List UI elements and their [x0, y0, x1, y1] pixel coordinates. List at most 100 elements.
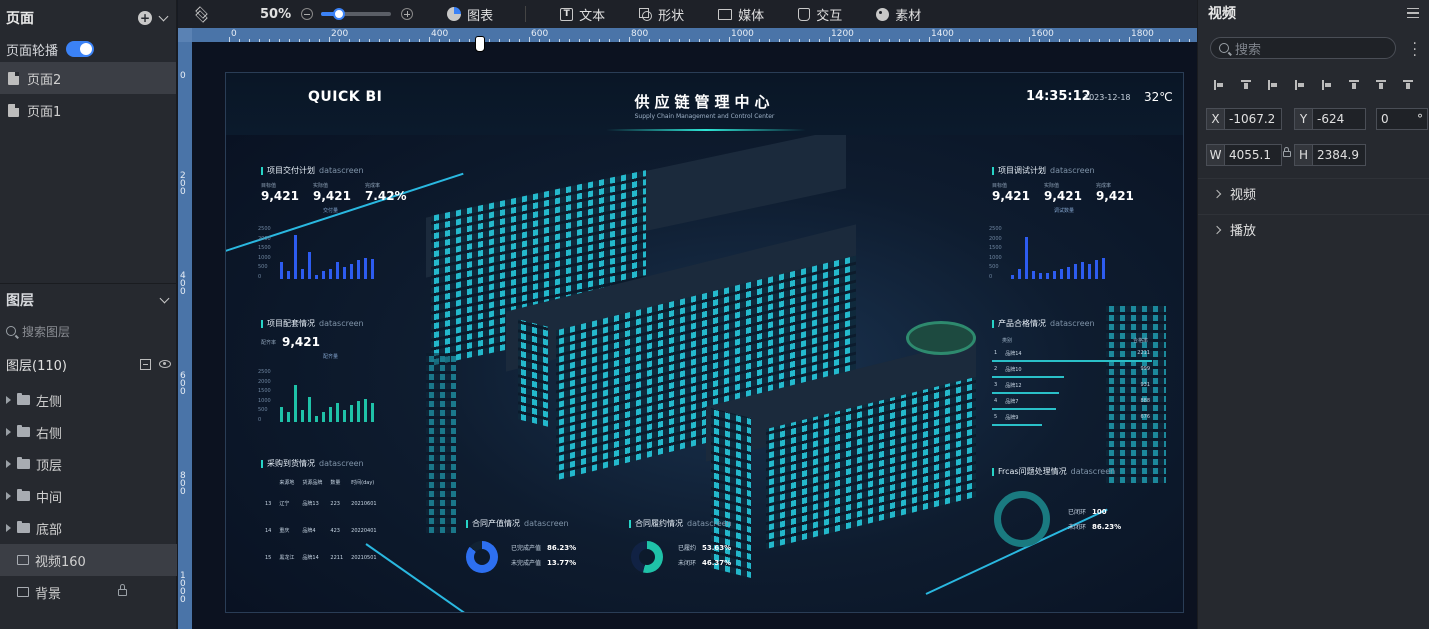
legend-value: 46.37% — [702, 558, 732, 567]
folder-icon — [17, 457, 30, 469]
layer-item[interactable]: 背景 — [0, 576, 177, 608]
carousel-toggle[interactable] — [66, 41, 95, 57]
toolbar-material[interactable]: 素材 — [876, 5, 921, 24]
w-value[interactable]: 4055.1 — [1225, 148, 1271, 162]
contract-perf-title-text: 合同履约情况 — [635, 519, 683, 528]
toolbar-text-label: 文本 — [579, 8, 606, 24]
more-options-icon[interactable]: · · · — [1413, 37, 1417, 63]
scene-helipad — [906, 321, 976, 355]
section-playback[interactable]: 播放 — [1198, 214, 1429, 244]
expand-arrow-icon[interactable] — [6, 396, 11, 404]
menu-icon[interactable] — [1407, 8, 1419, 18]
ruler-label: 400 — [180, 271, 186, 297]
right-panel: 视频 搜索 · · · X -1067.2 Y -624 0 ° W 4055.1 H 238… — [1197, 0, 1429, 629]
contract-value-legend: 已完成产值 86.23% 未完成产值 13.77% — [511, 543, 576, 568]
layers-icon[interactable] — [194, 7, 208, 21]
expand-arrow-icon[interactable] — [6, 428, 11, 436]
layer-item[interactable]: 左侧 — [0, 384, 177, 416]
align-middle-icon[interactable] — [1376, 80, 1386, 90]
layer-item[interactable]: 右侧 — [0, 416, 177, 448]
page-item[interactable]: 页面2 — [0, 62, 176, 94]
page-item[interactable]: 页面1 — [0, 94, 176, 126]
toolbar-chart[interactable]: 图表 — [447, 5, 493, 24]
layer-count-label: 图层(110) — [6, 358, 67, 374]
kpi-value: 9,421 — [312, 189, 351, 203]
lock-icon[interactable] — [118, 583, 127, 596]
layer-label: 背景 — [35, 586, 62, 602]
h-value[interactable]: 2384.9 — [1313, 148, 1359, 162]
layer-search-input[interactable]: 搜索图层 — [22, 323, 70, 340]
table-cell: 品牌4 — [302, 528, 316, 534]
layer-search[interactable]: 搜索图层 — [0, 320, 177, 342]
editor-canvas[interactable]: QUICK BI 供应链管理中心 Supply Chain Management… — [192, 42, 1197, 629]
aspect-lock-icon[interactable] — [1283, 147, 1291, 157]
layer-item[interactable]: 视频160 — [0, 544, 177, 576]
ruler-label: 200 — [331, 29, 349, 39]
y-field[interactable]: Y -624 — [1294, 108, 1366, 130]
collapse-all-icon[interactable] — [140, 358, 151, 370]
chart-bar — [1074, 264, 1077, 279]
rotation-field[interactable]: 0 ° — [1376, 108, 1428, 130]
top-toolbar: 50% 图表 T 文本 形状 媒体 交互 素材 — [178, 0, 1197, 28]
layer-item[interactable]: 顶层 — [0, 448, 177, 480]
zoom-in-icon[interactable] — [401, 8, 414, 20]
kpi: 完成率 9,421 — [1096, 182, 1134, 203]
align-top-icon[interactable] — [1349, 80, 1359, 90]
align-left-edge-icon[interactable] — [1268, 80, 1278, 90]
quality-title-text: 产品合格情况 — [998, 319, 1046, 328]
toolbar-shape[interactable]: 形状 — [639, 5, 684, 24]
chart-bar — [343, 267, 346, 279]
add-page-icon[interactable]: + — [138, 11, 152, 25]
layer-item[interactable]: 中间 — [0, 480, 177, 512]
expand-arrow-icon[interactable] — [6, 524, 11, 532]
text-icon: T — [560, 7, 574, 21]
delivery-bar-chart — [280, 223, 374, 279]
rotation-value[interactable]: 0 — [1377, 112, 1389, 126]
toolbar-interaction[interactable]: 交互 — [798, 5, 842, 24]
image-icon — [17, 587, 29, 597]
property-search[interactable]: 搜索 — [1210, 37, 1396, 59]
dashboard-preview[interactable]: QUICK BI 供应链管理中心 Supply Chain Management… — [225, 72, 1184, 613]
align-center-h-icon[interactable] — [1295, 80, 1305, 90]
x-label: X — [1207, 109, 1225, 129]
ruler-corner — [178, 28, 192, 42]
chevron-down-icon[interactable] — [158, 12, 170, 24]
align-bottom-icon[interactable] — [1403, 80, 1413, 90]
ruler-left[interactable]: 0 200 400 600 800 1000 — [178, 42, 192, 629]
zoom-out-icon[interactable] — [301, 8, 314, 20]
zoom-slider-knob[interactable] — [332, 8, 345, 20]
table-cell: 20210501 — [351, 554, 377, 561]
toolbar-media[interactable]: 媒体 — [718, 5, 764, 24]
expand-arrow-icon[interactable] — [6, 460, 11, 468]
kpi-label: 目标值 — [992, 183, 1008, 189]
y-label: Y — [1295, 109, 1313, 129]
section-video[interactable]: 视频 — [1198, 178, 1429, 208]
x-value[interactable]: -1067.2 — [1225, 112, 1275, 126]
y-value[interactable]: -624 — [1313, 112, 1344, 126]
chart-bar — [280, 407, 283, 422]
table-cell: 品牌14 — [302, 555, 319, 561]
quality-row: 3 品牌12 931 — [992, 378, 1152, 394]
align-toolbar — [1214, 80, 1413, 90]
h-field[interactable]: H 2384.9 — [1294, 144, 1366, 166]
x-field[interactable]: X -1067.2 — [1206, 108, 1282, 130]
ruler-label: 0 — [231, 29, 237, 39]
axis-tick-label: 500 — [989, 264, 999, 270]
chevron-down-icon[interactable] — [159, 294, 171, 306]
expand-arrow-icon[interactable] — [6, 492, 11, 500]
chart-bar — [357, 260, 360, 279]
w-field[interactable]: W 4055.1 — [1206, 144, 1282, 166]
issues-donut — [994, 491, 1050, 547]
quality-tag: datascreen — [1050, 319, 1095, 328]
align-left-icon[interactable] — [1214, 80, 1224, 90]
zoom-slider[interactable] — [321, 8, 392, 20]
property-search-input[interactable]: 搜索 — [1235, 39, 1261, 58]
layer-item[interactable]: 底部 — [0, 512, 177, 544]
align-right-icon[interactable] — [1322, 80, 1332, 90]
toolbar-text[interactable]: T 文本 — [560, 5, 605, 24]
chart-bar — [1067, 267, 1070, 279]
w-label: W — [1207, 145, 1225, 165]
eye-icon[interactable] — [159, 360, 171, 368]
ruler-top[interactable]: 0 200 400 600 800 1000 1200 1400 1600 1800 — [192, 28, 1197, 42]
distribute-icon[interactable] — [1241, 80, 1251, 90]
